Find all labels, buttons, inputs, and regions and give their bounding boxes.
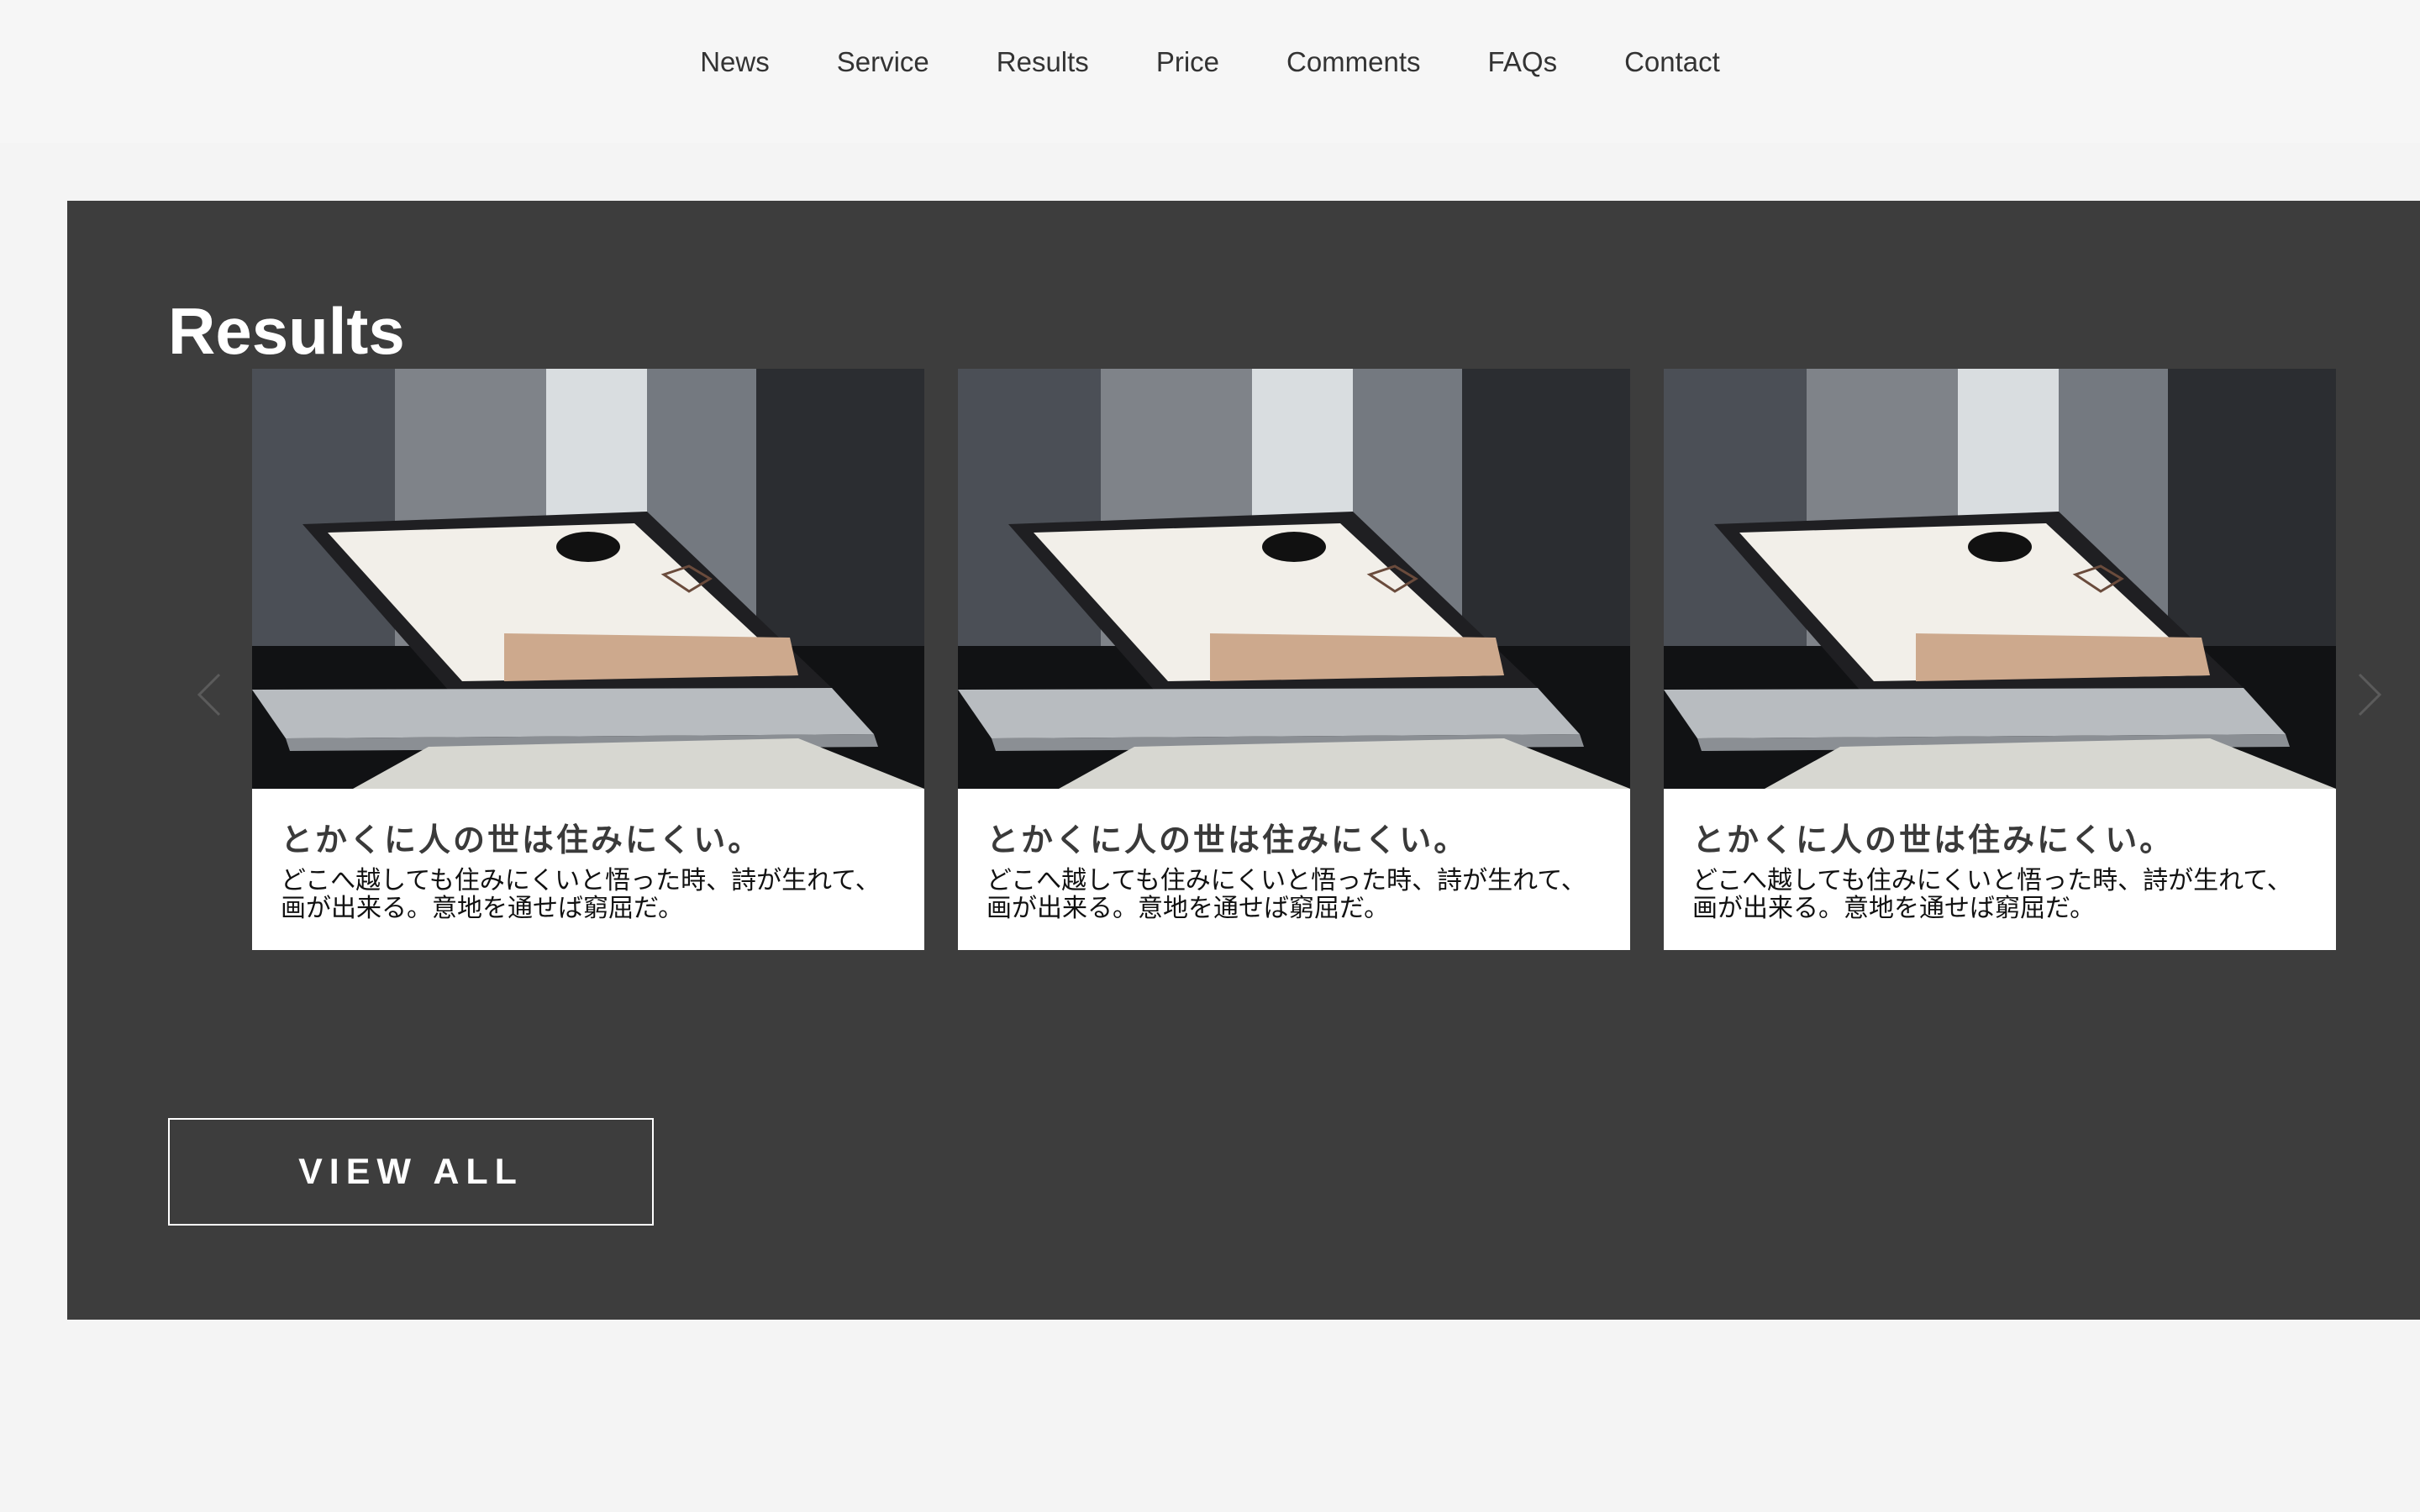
result-card[interactable]: とかくに人の世は住みにくい。 どこへ越しても住みにくいと悟った時、詩が生れて、画… [252,369,924,950]
nav-item-price[interactable]: Price [1156,46,1219,78]
card-text: どこへ越しても住みにくいと悟った時、詩が生れて、画が出来る。意地を通せば窮屈だ。 [1692,866,2292,923]
result-card[interactable]: とかくに人の世は住みにくい。 どこへ越しても住みにくいと悟った時、詩が生れて、画… [1664,369,2336,950]
view-all-button[interactable]: VIEW ALL [168,1118,654,1226]
nav-item-news[interactable]: News [700,46,770,78]
card-title: とかくに人の世は住みにくい。 [281,822,763,858]
nav-item-faqs[interactable]: FAQs [1488,46,1558,78]
section-title: Results [168,294,405,368]
card-text: どこへ越しても住みにくいと悟った時、詩が生れて、画が出来る。意地を通せば窮屈だ。 [281,866,881,923]
result-card[interactable]: とかくに人の世は住みにくい。 どこへ越しても住みにくいと悟った時、詩が生れて、画… [958,369,1630,950]
nav-item-service[interactable]: Service [837,46,929,78]
chevron-left-icon[interactable] [191,669,228,720]
results-section: Results とかくに人の世は住みにくい。 どこへ越しても住みにくいと悟った時… [67,201,2420,1320]
card-title: とかくに人の世は住みにくい。 [986,822,1469,858]
nav-item-results[interactable]: Results [997,46,1089,78]
card-text: どこへ越しても住みにくいと悟った時、詩が生れて、画が出来る。意地を通せば窮屈だ。 [986,866,1586,923]
laptop-photo [252,369,924,789]
card-title: とかくに人の世は住みにくい。 [1692,822,2175,858]
nav-bar: News Service Results Price Comments FAQs… [0,0,2420,143]
laptop-photo [958,369,1630,789]
nav-item-comments[interactable]: Comments [1286,46,1421,78]
main-navigation: News Service Results Price Comments FAQs… [0,46,2420,78]
chevron-right-icon[interactable] [2351,669,2388,720]
laptop-photo [1664,369,2336,789]
nav-item-contact[interactable]: Contact [1624,46,1720,78]
